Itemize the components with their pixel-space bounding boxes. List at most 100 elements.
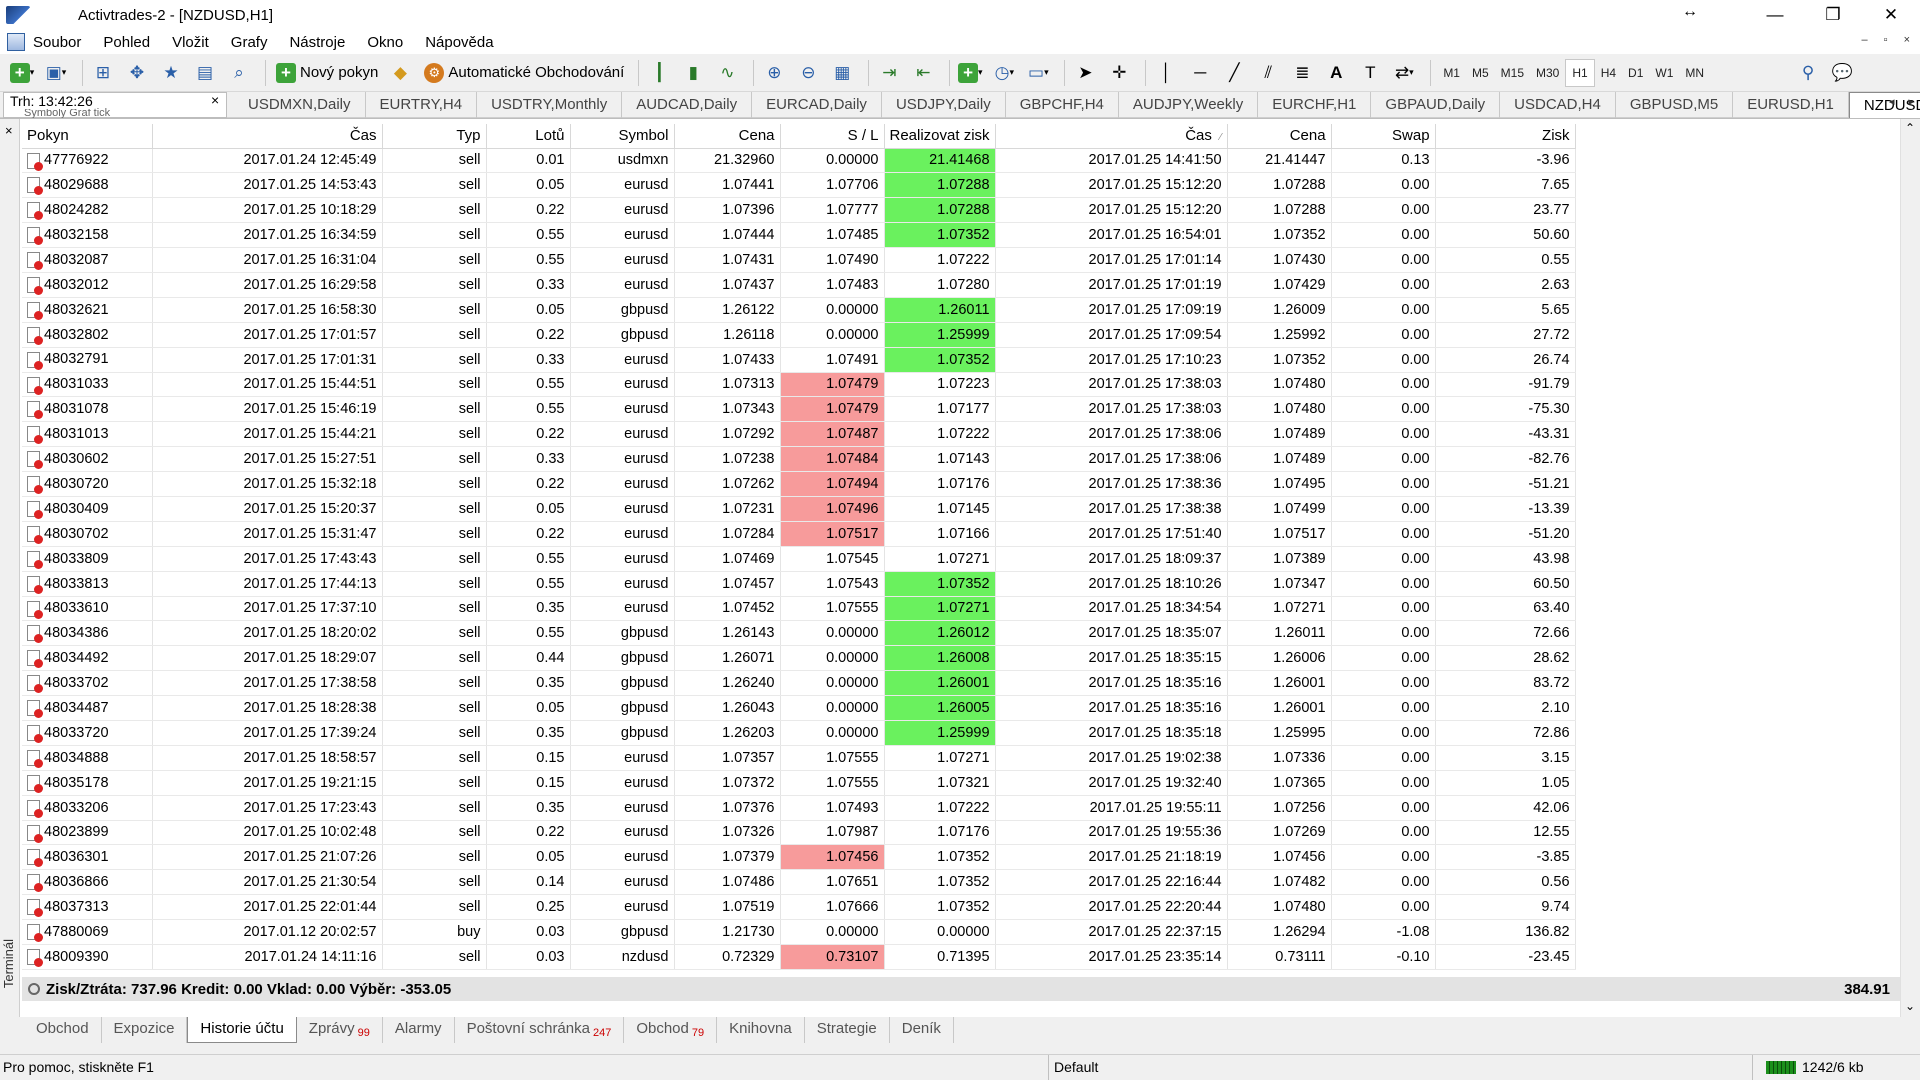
chart-tab-audjpy-weekly[interactable]: AUDJPY,Weekly	[1119, 92, 1259, 118]
table-row[interactable]: 48036301 2017.01.25 21:07:26 sell 0.05 eurus…	[22, 844, 1576, 871]
table-row[interactable]: 48033720 2017.01.25 17:39:24 sell 0.35 gbpus…	[22, 720, 1576, 746]
table-row[interactable]: 48032158 2017.01.25 16:34:59 sell 0.55 eurus…	[22, 222, 1576, 249]
table-row[interactable]: 48034386 2017.01.25 18:20:02 sell 0.55 gbpus…	[22, 620, 1576, 647]
candlestick-icon[interactable]: ▮	[679, 59, 707, 87]
metaeditor-icon[interactable]: ◆	[386, 59, 414, 87]
tab-strategie[interactable]: Strategie	[805, 1017, 890, 1043]
column-header-close-time[interactable]: Čas ⁄	[995, 124, 1228, 149]
table-row[interactable]: 48031033 2017.01.25 15:44:51 sell 0.55 eurus…	[22, 372, 1576, 398]
column-header-type[interactable]: Typ	[382, 124, 487, 149]
bar-chart-icon[interactable]: ┃	[645, 59, 673, 87]
tab-knihovna[interactable]: Knihovna	[717, 1017, 805, 1043]
mdi-close-button[interactable]: ×	[1904, 34, 1910, 46]
close-button[interactable]: ✕	[1862, 0, 1920, 30]
table-row[interactable]: 48034492 2017.01.25 18:29:07 sell 0.44 gbpus…	[22, 645, 1576, 672]
menu-pohled[interactable]: Pohled	[103, 34, 162, 51]
table-row[interactable]: 48036866 2017.01.25 21:30:54 sell 0.14 eurus…	[22, 869, 1576, 896]
table-row[interactable]: 48023899 2017.01.25 10:02:48 sell 0.22 eurus…	[22, 820, 1576, 846]
templates-button[interactable]: ▭ ▾	[1024, 59, 1052, 87]
tab-obchod-2[interactable]: Obchod 79	[624, 1017, 718, 1043]
auto-trading-button[interactable]: ⚙ Automatické Obchodování	[420, 59, 628, 87]
chart-shift-icon[interactable]: ⇥	[875, 59, 903, 87]
market-watch-icon[interactable]: ⊞	[89, 59, 117, 87]
menu-grafy[interactable]: Grafy	[231, 34, 280, 51]
table-row[interactable]: 48032802 2017.01.25 17:01:57 sell 0.22 gbpus…	[22, 322, 1576, 348]
tab-zpravy[interactable]: Zprávy 99	[297, 1017, 383, 1043]
scroll-left-icon[interactable]: ◂	[1889, 95, 1895, 108]
chart-tab-eurchf-h1[interactable]: EURCHF,H1	[1258, 92, 1372, 118]
scroll-right-icon[interactable]: ▸	[1908, 95, 1914, 108]
column-header-open-price[interactable]: Cena	[674, 124, 781, 149]
scroll-down-icon[interactable]: ⌄	[1905, 999, 1915, 1013]
timeframe-mn[interactable]: MN	[1679, 59, 1710, 87]
table-row[interactable]: 48033813 2017.01.25 17:44:13 sell 0.55 eurus…	[22, 571, 1576, 597]
table-row[interactable]: 48030409 2017.01.25 15:20:37 sell 0.05 eurus…	[22, 496, 1576, 522]
table-row[interactable]: 48035178 2017.01.25 19:21:15 sell 0.15 eurus…	[22, 770, 1576, 796]
chart-tab-usdtry-monthly[interactable]: USDTRY,Monthly	[477, 92, 623, 118]
table-row[interactable]: 48030602 2017.01.25 15:27:51 sell 0.33 eurus…	[22, 446, 1576, 473]
timeframe-d1[interactable]: D1	[1622, 59, 1649, 87]
timeframe-m1[interactable]: M1	[1437, 59, 1466, 87]
new-order-button[interactable]: + Nový pokyn	[272, 59, 382, 87]
chat-icon[interactable]: 💬	[1828, 59, 1856, 87]
timeframe-m5[interactable]: M5	[1466, 59, 1495, 87]
horizontal-line-icon[interactable]: ─	[1186, 59, 1214, 87]
restore-button[interactable]: ❐	[1804, 0, 1862, 30]
new-chart-button[interactable]: + ▾	[8, 59, 36, 87]
search-icon[interactable]: ⚲	[1794, 59, 1822, 87]
timeframe-w1[interactable]: W1	[1649, 59, 1679, 87]
vertical-scrollbar[interactable]: ⌃ ⌄	[1900, 119, 1920, 1018]
column-header-stop-loss[interactable]: S / L	[780, 124, 885, 149]
timeframe-h1[interactable]: H1	[1565, 58, 1595, 87]
tab-postovni-schranka[interactable]: Poštovní schránka 247	[455, 1017, 625, 1043]
zoom-in-icon[interactable]: ⊕	[760, 59, 788, 87]
column-header-symbol[interactable]: Symbol	[570, 124, 675, 149]
mdi-minimize-button[interactable]: –	[1862, 34, 1868, 46]
column-header-lots[interactable]: Lotů	[486, 124, 571, 149]
column-header-swap[interactable]: Swap	[1331, 124, 1436, 149]
fibonacci-icon[interactable]: ≣	[1288, 59, 1316, 87]
data-window-icon[interactable]: ✥	[123, 59, 151, 87]
table-row[interactable]: 48037313 2017.01.25 22:01:44 sell 0.25 eurus…	[22, 894, 1576, 921]
strategy-tester-icon[interactable]: ⌕	[225, 59, 253, 87]
tile-windows-icon[interactable]: ▦	[828, 59, 856, 87]
chart-tab-usdjpy-daily[interactable]: USDJPY,Daily	[882, 92, 1006, 118]
chart-tab-eurusd-h1[interactable]: EURUSD,H1	[1733, 92, 1849, 118]
table-row[interactable]: 47776922 2017.01.24 12:45:49 sell 0.01 usdmx…	[22, 148, 1576, 174]
chart-tab-usdmxn-daily[interactable]: USDMXN,Daily	[234, 92, 366, 118]
cursor-icon[interactable]: ➤	[1071, 59, 1099, 87]
profiles-button[interactable]: ▣ ▾	[42, 59, 70, 87]
menu-nastroje[interactable]: Nástroje	[289, 34, 357, 51]
table-row[interactable]: 48031078 2017.01.25 15:46:19 sell 0.55 eurus…	[22, 396, 1576, 423]
table-row[interactable]: 48033206 2017.01.25 17:23:43 sell 0.35 eurus…	[22, 795, 1576, 821]
column-header-profit[interactable]: Zisk	[1435, 124, 1576, 149]
timeframe-m30[interactable]: M30	[1530, 59, 1565, 87]
crosshair-icon[interactable]: ✛	[1105, 59, 1133, 87]
menu-vlozit[interactable]: Vložit	[172, 34, 221, 51]
column-header-close-price[interactable]: Cena	[1227, 124, 1332, 149]
chart-tab-audcad-daily[interactable]: AUDCAD,Daily	[622, 92, 753, 118]
scroll-up-icon[interactable]: ⌃	[1905, 121, 1915, 135]
tab-obchod[interactable]: Obchod	[24, 1017, 102, 1043]
autoscroll-icon[interactable]: ⇤	[909, 59, 937, 87]
arrows-button[interactable]: ⇄ ▾	[1390, 59, 1418, 87]
line-chart-icon[interactable]: ∿	[713, 59, 741, 87]
menu-soubor[interactable]: Soubor	[33, 34, 93, 51]
table-row[interactable]: 48032791 2017.01.25 17:01:31 sell 0.33 eurus…	[22, 347, 1576, 373]
table-row[interactable]: 48034487 2017.01.25 18:28:38 sell 0.05 gbpus…	[22, 695, 1576, 721]
periods-button[interactable]: ◷ ▾	[990, 59, 1018, 87]
terminal-icon[interactable]: ▤	[191, 59, 219, 87]
chart-tab-gbpchf-h4[interactable]: GBPCHF,H4	[1006, 92, 1119, 118]
text-icon[interactable]: A	[1322, 59, 1350, 87]
document-icon[interactable]	[7, 33, 25, 51]
table-row[interactable]: 48032012 2017.01.25 16:29:58 sell 0.33 eurus…	[22, 272, 1576, 298]
tab-historie-uctu[interactable]: Historie účtu	[187, 1017, 297, 1043]
table-row[interactable]: 48009390 2017.01.24 14:11:16 sell 0.03 nzdus…	[22, 944, 1576, 970]
chart-tab-gbpusd-m5[interactable]: GBPUSD,M5	[1616, 92, 1734, 118]
table-row[interactable]: 48029688 2017.01.25 14:53:43 sell 0.05 eurus…	[22, 172, 1576, 199]
zoom-out-icon[interactable]: ⊖	[794, 59, 822, 87]
menu-okno[interactable]: Okno	[367, 34, 415, 51]
table-row[interactable]: 48032087 2017.01.25 16:31:04 sell 0.55 eurus…	[22, 247, 1576, 273]
tab-alarmy[interactable]: Alarmy	[383, 1017, 455, 1043]
table-row[interactable]: 48024282 2017.01.25 10:18:29 sell 0.22 eurus…	[22, 197, 1576, 224]
